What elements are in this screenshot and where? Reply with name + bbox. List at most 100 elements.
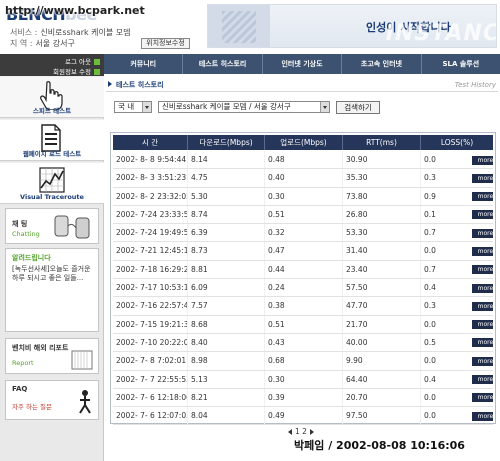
next-page-icon[interactable]	[309, 429, 314, 435]
notice-card[interactable]: 알려드립니다 [녹두선사세]오늘도 즐거운 하루 되시고 좋은 일들...	[5, 248, 99, 332]
logout-link[interactable]: 로그 아웃	[65, 56, 100, 66]
service-select-value: 신비로sshark 케이블 모뎀 / 서울 강서구	[162, 102, 291, 111]
cell-download: 6.39	[188, 224, 265, 242]
more-button[interactable]: more	[471, 228, 493, 238]
cell-rtt-value: 9.90	[346, 356, 363, 366]
change-location-button[interactable]: 위치정보수정	[141, 38, 190, 49]
more-button[interactable]: more	[471, 356, 493, 366]
col-header-time: 시 간	[113, 135, 188, 150]
more-button[interactable]: more	[471, 301, 493, 311]
cell-time-value: 2002- 7-17 10:53:16	[116, 283, 188, 293]
table-row: 2002- 8- 3 3:51:23 4.75 0.40 35.30 0.3 more	[113, 169, 493, 188]
table-row: 2002- 7- 6 12:07:03 8.04 0.49 97.50 0.0 more	[113, 407, 493, 426]
cell-time-value: 2002- 7-10 20:22:05	[116, 337, 188, 347]
search-button[interactable]: 검색하기	[336, 101, 380, 114]
cell-loss: 0.9 more	[421, 188, 493, 205]
cell-rtt: 21.70	[343, 315, 421, 333]
service-select[interactable]: 신비로sshark 케이블 모뎀 / 서울 강서구	[158, 101, 330, 113]
sidebar-item-speed-test[interactable]: 스피드 테스트	[0, 76, 104, 118]
cell-rtt-value: 31.40	[346, 246, 368, 256]
cell-loss-value: 0.5	[424, 337, 436, 347]
cell-rtt: 9.90	[343, 352, 421, 370]
prev-page-icon[interactable]	[288, 429, 292, 435]
cell-download-value: 8.04	[191, 411, 208, 421]
chat-sub: Chatting	[12, 230, 40, 238]
cell-time: 2002- 7-24 19:49:53	[113, 224, 188, 242]
report-card[interactable]: 벤치비 해외 리포트 Report	[5, 338, 99, 374]
cell-rtt-value: 26.80	[346, 209, 368, 219]
cell-rtt-value: 30.90	[346, 155, 368, 164]
tin-can-phone-icon	[54, 215, 90, 239]
top-navigation: 커뮤니티 테스트 히스토리 인터넷 기상도 초고속 인터넷 SLA 솔루션	[104, 54, 500, 74]
left-sidebar: 로그 아웃 회원정보 수정 스피드 테스트 웹페이지 로드 테스트 Visual…	[0, 54, 104, 461]
cell-time: 2002- 7- 6 12:18:00	[113, 388, 188, 407]
nav-broadband[interactable]: 초고속 인터넷	[342, 54, 422, 74]
history-table: 시 간 다운로드(Mbps) 업로드(Mbps) RTT(ms) LOSS(%)…	[110, 132, 496, 426]
more-button[interactable]: more	[471, 338, 493, 348]
more-button[interactable]: more	[471, 155, 493, 165]
cell-loss: 0.3 more	[421, 297, 493, 314]
cell-upload: 0.51	[265, 205, 343, 224]
cell-rtt: 53.30	[343, 224, 421, 242]
cell-time: 2002- 7-15 19:21:36	[113, 315, 188, 333]
cell-download: 8.21	[188, 388, 265, 407]
cell-time-value: 2002- 7-24 19:49:53	[116, 228, 188, 238]
nav-test-history[interactable]: 테스트 히스토리	[183, 54, 263, 74]
cell-rtt-value: 35.30	[346, 173, 368, 183]
table-row: 2002- 7- 8 7:02:01 8.98 0.68 9.90 0.0 more	[113, 352, 493, 371]
chat-card[interactable]: 채 팅 Chatting	[5, 208, 99, 244]
cell-rtt-value: 47.70	[346, 301, 368, 311]
cell-time: 2002- 8- 2 23:32:05	[113, 187, 188, 205]
cell-upload: 0.38	[265, 297, 343, 315]
cell-loss: 0.7 more	[421, 261, 493, 278]
nav-sla-solution[interactable]: SLA 솔루션	[422, 54, 500, 74]
service-line: 서비스 : 신비로sshark 케이블 모뎀	[10, 27, 131, 38]
edit-info-link[interactable]: 회원정보 수정	[53, 66, 100, 76]
table-row: 2002- 7-10 20:22:05 8.40 0.43 40.00 0.5 more	[113, 333, 493, 353]
more-button[interactable]: more	[471, 210, 493, 220]
cell-rtt: 64.40	[343, 370, 421, 388]
faq-card[interactable]: FAQ 자주 하는 질문	[5, 380, 99, 420]
cell-download: 7.57	[188, 297, 265, 315]
sidebar-item-visual-traceroute[interactable]: Visual Traceroute	[0, 162, 104, 204]
more-button[interactable]: more	[471, 265, 493, 275]
cell-loss: 0.4 more	[421, 371, 493, 388]
cell-upload-value: 0.49	[268, 411, 285, 421]
scope-select[interactable]: 국 내	[114, 101, 152, 113]
cell-upload-value: 0.24	[268, 283, 285, 293]
more-button[interactable]: more	[471, 375, 493, 385]
cell-rtt: 26.80	[343, 205, 421, 224]
cell-time: 2002- 7-21 12:45:19	[113, 242, 188, 260]
nav-internet-weather[interactable]: 인터넷 기상도	[263, 54, 343, 74]
more-button[interactable]: more	[471, 192, 493, 202]
cell-download-value: 8.40	[191, 337, 208, 347]
cell-download-value: 7.57	[191, 301, 208, 311]
cell-rtt: 73.80	[343, 187, 421, 205]
cell-upload: 0.68	[265, 352, 343, 370]
table-row: 2002- 7-18 16:29:24 8.81 0.44 23.40 0.7 more	[113, 260, 493, 280]
more-button[interactable]: more	[471, 246, 493, 256]
cell-upload: 0.44	[265, 260, 343, 279]
cell-upload-value: 0.51	[268, 209, 285, 219]
bullet-icon	[94, 59, 100, 65]
cell-upload-value: 0.40	[268, 173, 285, 183]
bullet-icon	[94, 69, 100, 75]
more-button[interactable]: more	[471, 283, 493, 293]
cell-download: 8.04	[188, 407, 265, 425]
cell-upload: 0.24	[265, 279, 343, 297]
cell-loss: 0.0 more	[421, 352, 493, 369]
sidebar-item-webpage-load-test[interactable]: 웹페이지 로드 테스트	[0, 119, 104, 161]
top-header: BENCHbee 서비스 : 신비로sshark 케이블 모뎀 지 역 : 서울 강…	[0, 0, 500, 54]
more-button[interactable]: more	[471, 393, 493, 403]
page-numbers[interactable]: 1 2	[295, 427, 307, 436]
table-row: 2002- 7-24 19:49:53 6.39 0.32 53.30 0.7 more	[113, 224, 493, 243]
promo-banner[interactable]: 인성이 시작합니다 INSTANC	[207, 4, 497, 48]
cell-rtt-value: 40.00	[346, 337, 368, 347]
cell-loss-value: 0.0	[424, 356, 436, 366]
nav-community[interactable]: 커뮤니티	[104, 54, 184, 74]
cell-loss-value: 0.7	[424, 228, 436, 238]
more-button[interactable]: more	[471, 320, 493, 330]
more-button[interactable]: more	[471, 173, 493, 183]
more-button[interactable]: more	[471, 411, 493, 421]
cell-download: 8.81	[188, 260, 265, 279]
